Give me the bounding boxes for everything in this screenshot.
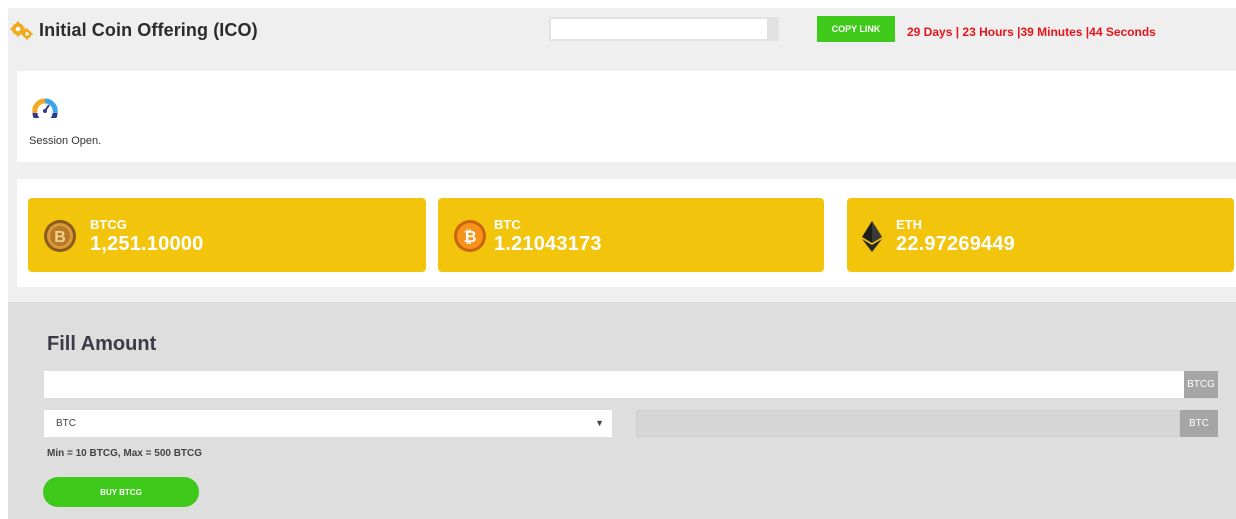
session-status: Session Open. bbox=[29, 135, 102, 147]
currency-selected-value: BTC bbox=[56, 418, 76, 429]
balance-panel: B BTCG 1,251.10000 ₿ BTC 1.21043173 ETH … bbox=[17, 179, 1236, 287]
btcg-coin-icon: B bbox=[44, 220, 76, 252]
balance-value: 1,251.10000 bbox=[90, 233, 204, 255]
balance-label: BTCG bbox=[90, 217, 127, 232]
buy-button[interactable]: BUY BTCG bbox=[43, 477, 199, 507]
bitcoin-icon: ₿ bbox=[454, 220, 486, 252]
section-title: Fill Amount bbox=[47, 333, 157, 355]
price-input[interactable] bbox=[636, 410, 1180, 437]
session-panel: Session Open. bbox=[17, 71, 1236, 162]
copy-link-button[interactable]: COPY LINK bbox=[817, 16, 895, 42]
referral-link-input[interactable] bbox=[549, 17, 779, 41]
balance-value: 1.21043173 bbox=[494, 233, 602, 255]
gears-icon bbox=[10, 21, 33, 40]
header: Initial Coin Offering (ICO) COPY LINK 29… bbox=[8, 8, 1236, 58]
caret-down-icon: ▼ bbox=[595, 418, 604, 428]
fill-amount-section: Fill Amount BTCG BTC ▼ BTC Min = 10 BTCG… bbox=[8, 302, 1236, 519]
ethereum-icon bbox=[862, 221, 882, 252]
limits-text: Min = 10 BTCG, Max = 500 BTCG bbox=[47, 448, 203, 459]
balance-card-btcg: B BTCG 1,251.10000 bbox=[28, 198, 426, 272]
countdown-timer: 29 Days | 23 Hours |39 Minutes |44 Secon… bbox=[907, 25, 1156, 39]
svg-text:B: B bbox=[54, 229, 66, 246]
title-wrap: Initial Coin Offering (ICO) bbox=[10, 20, 258, 41]
page-title: Initial Coin Offering (ICO) bbox=[39, 20, 258, 40]
amount-unit-addon: BTCG bbox=[1184, 371, 1218, 398]
price-unit-addon: BTC bbox=[1180, 410, 1218, 437]
page: Initial Coin Offering (ICO) COPY LINK 29… bbox=[8, 8, 1236, 519]
balance-label: BTC bbox=[494, 217, 521, 232]
balance-card-btc: ₿ BTC 1.21043173 bbox=[438, 198, 824, 272]
amount-input[interactable] bbox=[44, 371, 1184, 398]
svg-text:₿: ₿ bbox=[463, 228, 476, 246]
currency-select[interactable]: BTC ▼ bbox=[44, 410, 612, 437]
speedometer-icon bbox=[32, 98, 58, 118]
balance-card-eth: ETH 22.97269449 bbox=[847, 198, 1234, 272]
balance-label: ETH bbox=[896, 217, 922, 232]
balance-value: 22.97269449 bbox=[896, 233, 1015, 255]
